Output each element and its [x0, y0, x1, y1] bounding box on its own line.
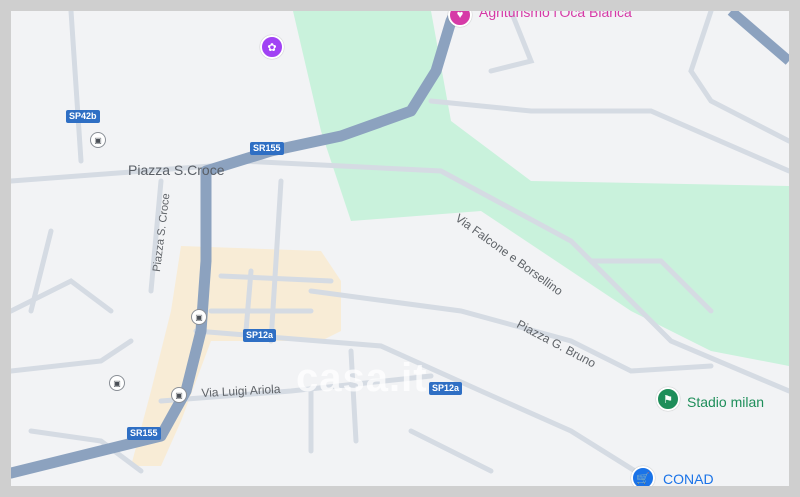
bus-stop-icon[interactable]: ▣: [109, 375, 125, 391]
bus-stop-icon[interactable]: ▣: [90, 132, 106, 148]
purple-poi-icon[interactable]: ✿: [260, 35, 284, 59]
map-layer: [11, 11, 789, 484]
watermark-logo: casa.it: [296, 356, 428, 400]
road-top-right-2: [688, 11, 789, 144]
poi-label-stadio[interactable]: Stadio milan: [687, 394, 764, 410]
road-shield-sp12a-right: SP12a: [429, 382, 463, 395]
road-sw-2: [11, 338, 134, 374]
park-area: [293, 11, 789, 366]
shopping-cart-icon[interactable]: 🛒: [631, 466, 655, 486]
road-shield-sp42b: SP42b: [66, 110, 100, 123]
bus-stop-icon[interactable]: ▣: [191, 309, 207, 325]
poi-label-conad[interactable]: CONAD: [663, 471, 714, 486]
road-top-right-major: [727, 11, 789, 65]
road-left: [28, 228, 54, 314]
road-south-3: [408, 428, 494, 474]
map-canvas[interactable]: Piazza S.Croce Via Falcone e Borsellino …: [11, 11, 789, 486]
place-label-piazza-s-croce: Piazza S.Croce: [128, 162, 225, 178]
road-shield-sp12a-left: SP12a: [243, 329, 277, 342]
map-frame: Piazza S.Croce Via Falcone e Borsellino …: [0, 0, 800, 497]
poi-label-agriturismo[interactable]: Agriturismo l'Oca Bianca: [479, 11, 632, 20]
road-top-loop: [488, 11, 535, 74]
road-sp42b: [68, 11, 84, 164]
stadium-icon[interactable]: ⚑: [656, 387, 680, 411]
road-shield-sr155-bottom: SR155: [127, 427, 161, 440]
bus-stop-icon[interactable]: ▣: [171, 387, 187, 403]
road-shield-sr155-top: SR155: [250, 142, 284, 155]
road-sw-1: [11, 278, 114, 314]
